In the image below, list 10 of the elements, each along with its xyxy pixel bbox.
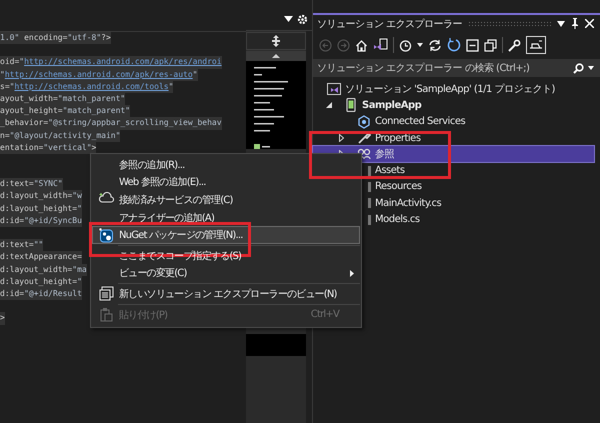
tree-item[interactable]: Properties bbox=[313, 130, 594, 146]
search-field[interactable]: ソリューション エクスプローラー の検索 (Ctrl+;) bbox=[313, 59, 600, 77]
tree-item[interactable]: SampleApp bbox=[313, 97, 594, 114]
panel-title: ソリューション エクスプローラー bbox=[317, 18, 462, 30]
menu-item[interactable]: 新しいソリューション エクスプローラーのビュー(N) bbox=[92, 285, 360, 303]
tree-item[interactable]: ソリューション 'SampleApp' (1/1 プロジェクト) bbox=[313, 81, 594, 98]
menu-item[interactable]: NuGet パッケージの管理(N)... bbox=[92, 226, 360, 244]
shortcut-label: Ctrl+V bbox=[310, 309, 339, 320]
tree-item[interactable]: Connected Services bbox=[313, 114, 594, 130]
menu-item[interactable]: ビューの変更(C) bbox=[92, 264, 360, 282]
